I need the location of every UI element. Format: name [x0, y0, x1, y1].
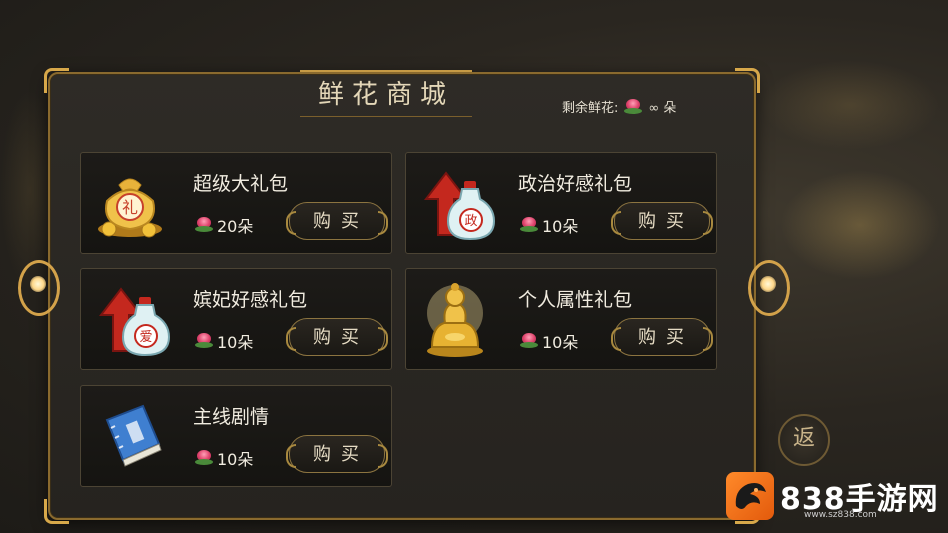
- background-cloud: [780, 170, 940, 280]
- watermark-url: www.sz838.com: [804, 510, 877, 520]
- right-side-ornament: [744, 256, 790, 316]
- shop-item-card: 政 政治好感礼包 10朵 购买: [405, 152, 717, 254]
- item-price: 10朵: [195, 329, 253, 353]
- shop-item-card: 礼 超级大礼包 20朵 购买: [80, 152, 392, 254]
- panel-corner-ornament: [44, 499, 69, 524]
- item-price: 20朵: [195, 213, 253, 237]
- flower-icon: [624, 98, 643, 115]
- item-name: 个人属性礼包: [518, 289, 633, 311]
- politics-glyph: 政: [464, 214, 477, 229]
- buy-button[interactable]: 购买: [611, 318, 713, 356]
- background-cloud: [760, 60, 940, 150]
- flower-icon: [195, 333, 213, 349]
- item-price-value: 20朵: [217, 217, 254, 236]
- remaining-flowers-value: ∞ 朵: [648, 101, 677, 116]
- love-glyph: 爱: [139, 330, 152, 345]
- flower-icon: [520, 217, 538, 233]
- item-name: 超级大礼包: [193, 173, 289, 195]
- page-title: 鲜花商城: [317, 80, 454, 110]
- dragon-logo-icon: [726, 472, 774, 520]
- item-price-value: 10朵: [542, 333, 579, 352]
- buy-button[interactable]: 购买: [286, 435, 388, 473]
- item-name: 嫔妃好感礼包: [193, 289, 308, 311]
- panel-corner-ornament: [735, 68, 760, 93]
- item-name: 政治好感礼包: [518, 173, 633, 195]
- blue-book-icon: [87, 392, 173, 478]
- gift-glyph: 礼: [122, 198, 138, 217]
- item-price: 10朵: [195, 446, 253, 470]
- item-price: 10朵: [520, 329, 578, 353]
- shop-item-card: 主线剧情 10朵 购买: [80, 385, 392, 487]
- remaining-flowers-label: 剩余鲜花:: [562, 101, 619, 116]
- flower-icon: [195, 450, 213, 466]
- item-price-value: 10朵: [217, 333, 254, 352]
- item-price-value: 10朵: [542, 217, 579, 236]
- shop-item-card: 个人属性礼包 10朵 购买: [405, 268, 717, 370]
- buy-button[interactable]: 购买: [286, 318, 388, 356]
- flower-icon: [195, 217, 213, 233]
- love-bottle-icon: 爱: [87, 275, 173, 361]
- buy-button[interactable]: 购买: [611, 202, 713, 240]
- politics-bottle-icon: 政: [412, 159, 498, 245]
- buy-button[interactable]: 购买: [286, 202, 388, 240]
- back-button[interactable]: 返: [778, 414, 830, 466]
- item-name: 主线剧情: [193, 406, 270, 428]
- item-price: 10朵: [520, 213, 578, 237]
- left-side-ornament: [14, 256, 60, 316]
- flower-icon: [520, 333, 538, 349]
- item-price-value: 10朵: [217, 450, 254, 469]
- shop-item-card: 爱 嫔妃好感礼包 10朵 购买: [80, 268, 392, 370]
- watermark-logo: 838手游网 www.sz838.com: [726, 472, 941, 524]
- panel-corner-ornament: [44, 68, 69, 93]
- remaining-flowers: 剩余鲜花: ∞ 朵: [562, 97, 676, 116]
- golden-buddha-icon: [412, 275, 498, 361]
- gift-bag-icon: 礼: [87, 159, 173, 245]
